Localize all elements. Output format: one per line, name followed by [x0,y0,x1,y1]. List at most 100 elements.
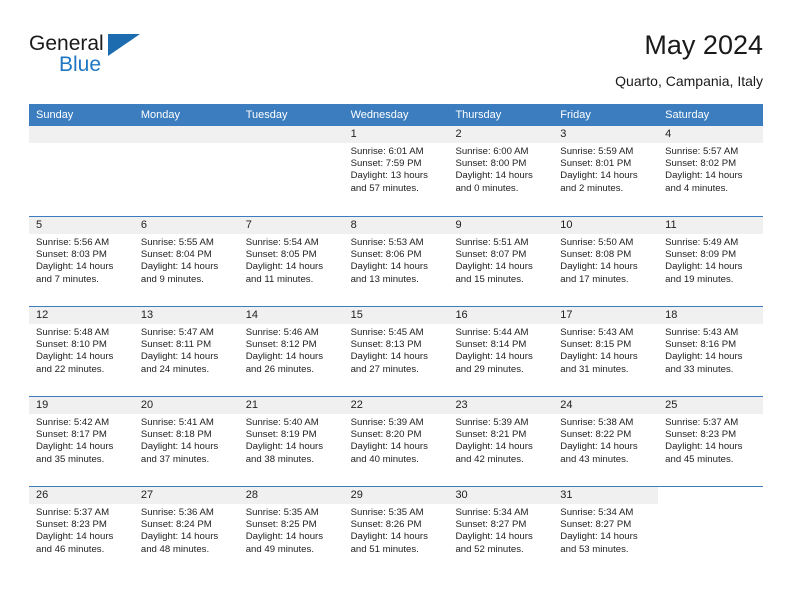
calendar-day-cell[interactable]: 21 Sunrise: 5:40 AM Sunset: 8:19 PM Dayligh… [238,397,344,486]
calendar-day-cell[interactable]: 14 Sunrise: 5:46 AM Sunset: 8:12 PM Dayligh… [238,307,344,396]
daylight-text: Daylight: 14 hours and 19 minutes. [665,261,743,285]
sunrise-text: Sunrise: 5:36 AM [140,507,214,518]
sunset-text: Sunset: 8:00 PM [455,158,527,170]
calendar-day-cell[interactable]: 31 Sunrise: 5:34 AM Sunset: 8:27 PM Dayligh… [553,487,659,576]
calendar-day-cell[interactable]: 18 Sunrise: 5:43 AM Sunset: 8:16 PM Dayligh… [658,307,764,396]
sunrise-text: Sunrise: 5:59 AM [560,146,634,157]
sunrise-text: Sunrise: 5:41 AM [140,417,214,428]
calendar-week-row: 1 Sunrise: 6:01 AM Sunset: 7:59 PM Daylight… [29,126,764,216]
calendar-week-row: 12 Sunrise: 5:48 AM Sunset: 8:10 PM Dayligh… [29,306,764,396]
calendar-day-cell[interactable]: 19 Sunrise: 5:42 AM Sunset: 8:17 PM Dayligh… [29,397,134,486]
day-number [133,126,239,143]
calendar-day-cell[interactable]: 26 Sunrise: 5:37 AM Sunset: 8:23 PM Dayligh… [29,487,134,576]
sunrise-text: Sunrise: 5:46 AM [245,327,319,338]
sunset-text: Sunset: 8:07 PM [455,249,527,261]
sun-times: Sunrise: 5:47 AM Sunset: 8:11 PM Daylight:… [134,324,239,376]
brand-logo[interactable]: General Blue [29,32,159,84]
day-number: 27 [133,487,239,504]
calendar-day-cell[interactable]: 20 Sunrise: 5:41 AM Sunset: 8:18 PM Dayligh… [133,397,239,486]
calendar-day-cell[interactable]: 1 Sunrise: 6:01 AM Sunset: 7:59 PM Daylight… [343,126,449,216]
calendar-day-cell[interactable]: 12 Sunrise: 5:48 AM Sunset: 8:10 PM Dayligh… [29,307,134,396]
day-number [29,126,134,143]
day-number: 23 [448,397,554,414]
sunset-text: Sunset: 8:10 PM [36,339,107,351]
weekday-header-row: Sunday Monday Tuesday Wednesday Thursday Frid… [29,104,763,126]
calendar-day-cell[interactable]: 29 Sunrise: 5:35 AM Sunset: 8:26 PM Dayligh… [343,487,449,576]
sunrise-text: Sunrise: 5:50 AM [560,237,634,248]
daylight-text: Daylight: 14 hours and 52 minutes. [455,531,533,555]
calendar-day-cell[interactable]: 27 Sunrise: 5:36 AM Sunset: 8:24 PM Dayligh… [133,487,239,576]
calendar-week-row: 26 Sunrise: 5:37 AM Sunset: 8:23 PM Dayligh… [29,486,764,576]
sunrise-text: Sunrise: 5:37 AM [665,417,739,428]
sunrise-text: Sunrise: 5:43 AM [665,327,739,338]
page-title: May 2024 [644,30,763,60]
calendar-day-cell[interactable]: 3 Sunrise: 5:59 AM Sunset: 8:01 PM Daylight… [553,126,659,216]
calendar-day-cell[interactable]: 13 Sunrise: 5:47 AM Sunset: 8:11 PM Dayligh… [133,307,239,396]
day-number: 14 [238,307,344,324]
sunset-text: Sunset: 8:11 PM [140,339,212,351]
calendar-day-cell[interactable]: 16 Sunrise: 5:44 AM Sunset: 8:14 PM Dayligh… [448,307,554,396]
calendar-day-cell[interactable]: 7 Sunrise: 5:54 AM Sunset: 8:05 PM Daylight… [238,217,344,306]
sunset-text: Sunset: 8:02 PM [665,158,737,170]
day-number: 31 [553,487,659,504]
calendar-day-cell[interactable]: 10 Sunrise: 5:50 AM Sunset: 8:08 PM Dayligh… [553,217,659,306]
sunset-text: Sunset: 8:23 PM [665,429,737,441]
sunset-text: Sunset: 8:06 PM [350,249,422,261]
sunrise-text: Sunrise: 5:43 AM [560,327,634,338]
calendar-day-cell[interactable]: 23 Sunrise: 5:39 AM Sunset: 8:21 PM Dayligh… [448,397,554,486]
daylight-text: Daylight: 14 hours and 29 minutes. [455,351,533,375]
weekday-header-sunday: Sunday [36,109,74,121]
daylight-text: Daylight: 14 hours and 4 minutes. [665,170,743,194]
calendar-day-cell[interactable]: 17 Sunrise: 5:43 AM Sunset: 8:15 PM Dayligh… [553,307,659,396]
calendar-day-cell[interactable]: 28 Sunrise: 5:35 AM Sunset: 8:25 PM Dayligh… [238,487,344,576]
calendar-day-cell[interactable]: 25 Sunrise: 5:37 AM Sunset: 8:23 PM Dayligh… [658,397,764,486]
daylight-text: Daylight: 14 hours and 51 minutes. [350,531,428,555]
daylight-text: Daylight: 14 hours and 11 minutes. [245,261,324,285]
sunset-text: Sunset: 8:16 PM [665,339,737,351]
calendar-day-cell-empty [29,126,134,216]
calendar-day-cell[interactable]: 22 Sunrise: 5:39 AM Sunset: 8:20 PM Dayligh… [343,397,449,486]
calendar-day-cell[interactable]: 4 Sunrise: 5:57 AM Sunset: 8:02 PM Daylight… [658,126,764,216]
day-number: 25 [658,397,764,414]
calendar-day-cell[interactable]: 24 Sunrise: 5:38 AM Sunset: 8:22 PM Dayligh… [553,397,659,486]
sunrise-text: Sunrise: 5:45 AM [350,327,424,338]
sunset-text: Sunset: 8:19 PM [245,429,317,441]
sunrise-text: Sunrise: 5:51 AM [455,237,529,248]
sunrise-text: Sunrise: 5:39 AM [350,417,424,428]
daylight-text: Daylight: 14 hours and 49 minutes. [245,531,324,555]
weekday-header-thursday: Thursday [455,109,502,121]
calendar-day-cell[interactable]: 11 Sunrise: 5:49 AM Sunset: 8:09 PM Dayligh… [658,217,764,306]
sun-times: Sunrise: 5:48 AM Sunset: 8:10 PM Daylight:… [29,324,134,376]
sunset-text: Sunset: 8:24 PM [140,519,212,531]
calendar-day-cell[interactable]: 8 Sunrise: 5:53 AM Sunset: 8:06 PM Daylight… [343,217,449,306]
sun-times: Sunrise: 5:59 AM Sunset: 8:01 PM Daylight:… [553,143,658,195]
calendar-day-cell[interactable]: 2 Sunrise: 6:00 AM Sunset: 8:00 PM Daylight… [448,126,554,216]
sunrise-text: Sunrise: 5:35 AM [350,507,424,518]
sunset-text: Sunset: 8:01 PM [560,158,632,170]
calendar-day-cell[interactable]: 30 Sunrise: 5:34 AM Sunset: 8:27 PM Dayligh… [448,487,554,576]
daylight-text: Daylight: 14 hours and 40 minutes. [350,441,428,465]
sunset-text: Sunset: 8:27 PM [455,519,527,531]
day-number: 19 [29,397,134,414]
sunset-text: Sunset: 8:09 PM [665,249,737,261]
calendar-day-cell[interactable]: 5 Sunrise: 5:56 AM Sunset: 8:03 PM Daylight… [29,217,134,306]
daylight-text: Daylight: 14 hours and 13 minutes. [350,261,428,285]
calendar-day-cell-empty [133,126,239,216]
sunset-text: Sunset: 8:20 PM [350,429,422,441]
sunrise-text: Sunrise: 6:01 AM [350,146,424,157]
sunrise-text: Sunrise: 5:47 AM [140,327,214,338]
sun-times: Sunrise: 5:38 AM Sunset: 8:22 PM Daylight:… [553,414,658,466]
day-number: 26 [29,487,134,504]
calendar-day-cell[interactable]: 9 Sunrise: 5:51 AM Sunset: 8:07 PM Daylight… [448,217,554,306]
sunrise-text: Sunrise: 5:57 AM [665,146,739,157]
page-header: General Blue May 2024 Quarto, Campania, … [29,28,763,98]
sunrise-text: Sunrise: 5:53 AM [350,237,424,248]
sun-times: Sunrise: 6:00 AM Sunset: 8:00 PM Daylight:… [448,143,553,195]
day-number: 28 [238,487,344,504]
day-number: 3 [553,126,659,143]
calendar-day-cell[interactable]: 6 Sunrise: 5:55 AM Sunset: 8:04 PM Daylight… [133,217,239,306]
weekday-header-friday: Friday [560,109,591,121]
sunrise-text: Sunrise: 5:38 AM [560,417,634,428]
daylight-text: Daylight: 14 hours and 9 minutes. [140,261,219,285]
calendar-day-cell[interactable]: 15 Sunrise: 5:45 AM Sunset: 8:13 PM Dayligh… [343,307,449,396]
